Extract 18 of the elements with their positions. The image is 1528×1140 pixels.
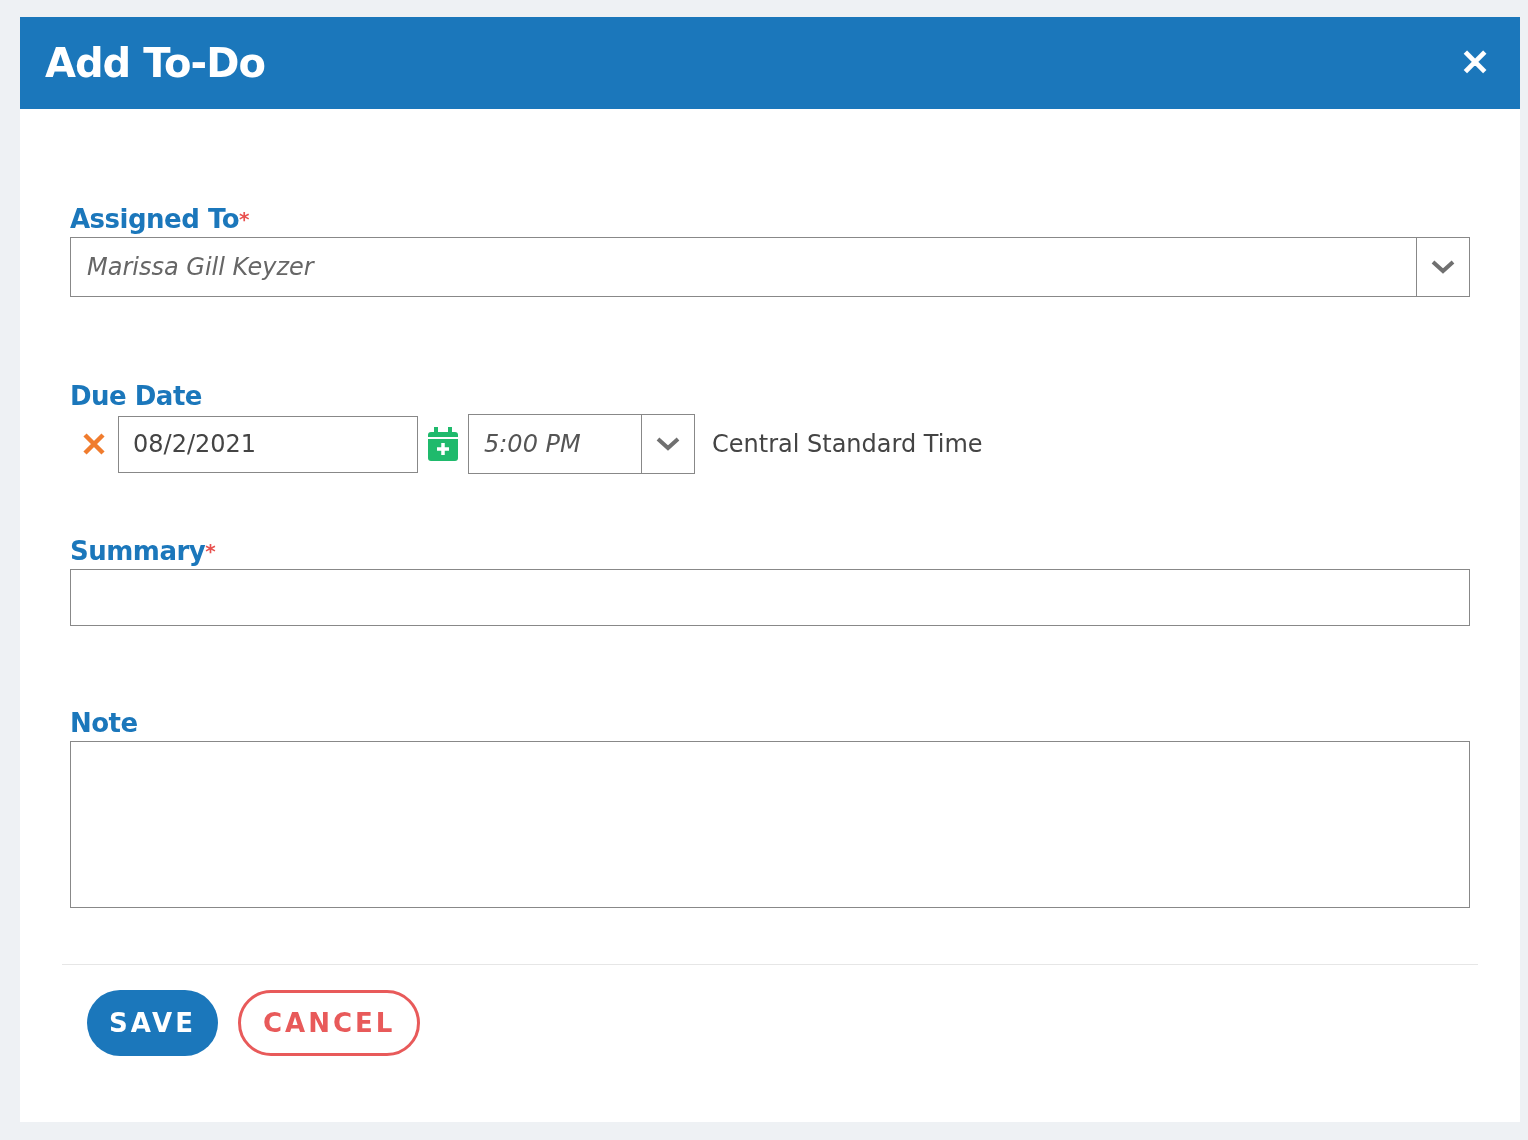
field-label: Summary	[70, 536, 206, 566]
note-field[interactable]	[70, 741, 1470, 908]
required-mark: *	[239, 207, 250, 231]
timezone-text: Central Standard Time	[712, 430, 983, 458]
field-label: Due Date	[70, 381, 202, 411]
clear-icon[interactable]	[82, 432, 106, 456]
date-field[interactable]: 08/2/2021	[118, 415, 418, 473]
save-button[interactable]: SAVE	[87, 990, 218, 1056]
assignee-dropdown[interactable]: Marissa Gill Keyzer	[70, 237, 1470, 297]
cancel-button[interactable]: CANCEL	[237, 990, 421, 1056]
summary-field[interactable]	[70, 569, 1470, 626]
close-button[interactable]: ✕	[1460, 42, 1490, 84]
field-label: Note	[70, 708, 138, 738]
calendar-add-icon[interactable]	[428, 427, 458, 461]
required-mark: *	[205, 539, 216, 563]
field-label: Assigned To	[70, 204, 240, 234]
time-dropdown[interactable]: 5:00 PM	[468, 414, 695, 474]
dialog-title: Add To-Do	[45, 40, 265, 86]
